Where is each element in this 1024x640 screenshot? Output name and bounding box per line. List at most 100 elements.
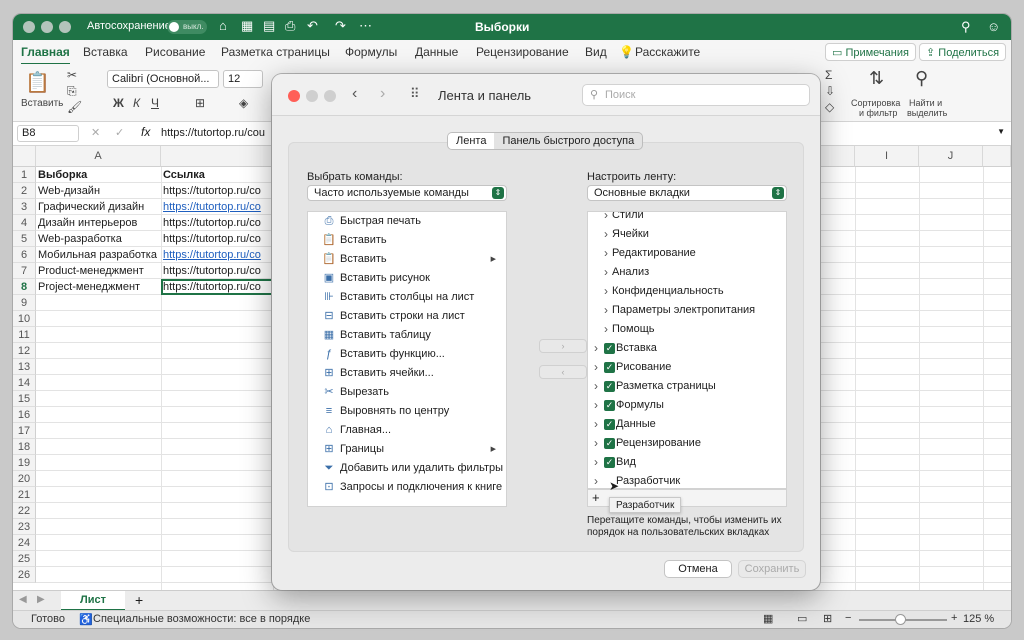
tab-checkbox[interactable]: ✓ — [604, 457, 615, 468]
tab-checkbox[interactable]: ✓ — [604, 381, 615, 392]
column-header-a[interactable]: A — [36, 146, 161, 167]
add-sheet-icon[interactable]: + — [135, 592, 143, 608]
cell-selection[interactable]: Project-менеджмент — [36, 279, 161, 295]
command-item[interactable]: ⊟ Вставить строки на лист — [308, 307, 506, 326]
segment-ribbon[interactable]: Лента — [448, 133, 495, 149]
tab-data[interactable]: Данные — [415, 45, 458, 59]
column-header-h[interactable] — [821, 146, 855, 167]
row-header[interactable]: 20 — [13, 471, 36, 487]
save-icon[interactable]: ▤ — [263, 18, 275, 34]
row-header[interactable]: 4 — [13, 215, 36, 231]
ribbon-tree-item[interactable]: › ✓ Рецензирование — [588, 434, 786, 453]
row-header[interactable]: 7 — [13, 263, 36, 279]
tab-page-layout[interactable]: Разметка страницы — [221, 45, 330, 59]
row-header[interactable]: 18 — [13, 439, 36, 455]
select-all-corner[interactable] — [13, 146, 36, 167]
tab-formulas[interactable]: Формулы — [345, 45, 397, 59]
row-header[interactable]: 11 — [13, 327, 36, 343]
ribbon-tree-item[interactable]: › Параметры электропитания — [588, 301, 786, 320]
command-item[interactable]: ⊞ Границы ▶ — [308, 440, 506, 459]
minimize-window-button[interactable] — [41, 21, 53, 33]
account-icon[interactable]: ☺ — [987, 19, 1000, 34]
cell-selection[interactable]: Web-дизайн — [36, 183, 161, 199]
tab-checkbox[interactable]: ✓ — [604, 362, 615, 373]
row-header[interactable]: 17 — [13, 423, 36, 439]
save-button[interactable]: Сохранить — [738, 560, 806, 578]
sheet-tab[interactable]: Лист — [61, 591, 125, 611]
search-field[interactable]: ⚲ Поиск — [582, 84, 810, 106]
command-item[interactable]: ▦ Вставить таблицу — [308, 326, 506, 345]
column-header-b[interactable] — [161, 146, 273, 167]
home-icon[interactable]: ⌂ — [219, 18, 227, 33]
tab-draw[interactable]: Рисование — [145, 45, 205, 59]
cell-selection[interactable]: Дизайн интерьеров — [36, 215, 161, 231]
font-name-select[interactable]: Calibri (Основной... — [107, 70, 219, 88]
ribbon-tree-item[interactable]: › Ячейки — [588, 225, 786, 244]
command-item[interactable]: ⊞ Вставить ячейки... — [308, 364, 506, 383]
disclosure-chevron-icon[interactable]: › — [594, 434, 598, 453]
back-icon[interactable]: ‹ — [352, 85, 357, 103]
cell-link[interactable]: https://tutortop.ru/co — [161, 247, 273, 263]
cell-selection[interactable]: Графический дизайн — [36, 199, 161, 215]
tab-checkbox[interactable]: ✓ — [604, 438, 615, 449]
autosum-icon[interactable]: Σ — [825, 68, 832, 82]
ribbon-tree-item[interactable]: › Анализ — [588, 263, 786, 282]
ribbon-tabs-tree[interactable]: › Стили › Ячейки › Редактирование › Анализ › Конф… — [587, 211, 787, 489]
forward-icon[interactable]: › — [380, 85, 385, 103]
disclosure-chevron-icon[interactable]: › — [594, 377, 598, 396]
ribbon-tree-item[interactable]: › Редактирование — [588, 244, 786, 263]
share-button[interactable]: ⇪ Поделиться — [919, 43, 1007, 61]
row-header[interactable]: 6 — [13, 247, 36, 263]
underline-icon[interactable]: Ч — [151, 96, 159, 110]
copy-icon[interactable]: ⎘ — [67, 84, 77, 99]
column-header-i[interactable]: I — [855, 146, 919, 167]
page-layout-view-icon[interactable]: ▭ — [797, 612, 807, 625]
cell-link[interactable]: https://tutortop.ru/co — [161, 215, 273, 231]
command-item[interactable]: ⌂ Главная... — [308, 421, 506, 440]
fill-down-icon[interactable]: ⇩ — [825, 84, 835, 98]
row-header[interactable]: 3 — [13, 199, 36, 215]
tab-home[interactable]: Главная — [21, 45, 70, 65]
row-header[interactable]: 14 — [13, 375, 36, 391]
page-break-view-icon[interactable]: ⊞ — [823, 612, 832, 625]
add-command-button[interactable]: › — [539, 339, 587, 353]
cell-link[interactable]: https://tutortop.ru/co — [161, 199, 273, 215]
row-header[interactable]: 22 — [13, 503, 36, 519]
cut-icon[interactable]: ✂ — [67, 68, 77, 82]
command-item[interactable]: ≡ Выровнять по центру — [308, 402, 506, 421]
tab-checkbox[interactable]: ✓ — [604, 343, 615, 354]
tab-checkbox[interactable]: ✓ — [604, 400, 615, 411]
row-header[interactable]: 16 — [13, 407, 36, 423]
cell-selection[interactable]: Мобильная разработка — [36, 247, 161, 263]
find-select-icon[interactable]: ⚲ — [915, 68, 928, 89]
disclosure-chevron-icon[interactable]: › — [604, 212, 608, 225]
column-header-j[interactable]: J — [919, 146, 983, 167]
enter-icon[interactable]: ✓ — [115, 126, 124, 139]
cell-link[interactable]: https://tutortop.ru/co — [161, 183, 273, 199]
zoom-level[interactable]: 125 % — [963, 613, 994, 625]
normal-view-icon[interactable]: ▦ — [763, 612, 773, 625]
disclosure-chevron-icon[interactable]: › — [604, 320, 608, 339]
format-painter-icon[interactable]: 🖌 — [67, 100, 82, 114]
cell-link[interactable]: https://tutortop.ru/co — [161, 263, 273, 279]
disclosure-chevron-icon[interactable]: › — [594, 358, 598, 377]
function-icon[interactable]: fx — [141, 125, 150, 139]
ribbon-tree-item[interactable]: › ✓ Данные — [588, 415, 786, 434]
command-item[interactable]: ⊡ Запросы и подключения к книге — [308, 478, 506, 497]
commands-list[interactable]: ⎙ Быстрая печать 📋 Вставить 📋 Вставить ▶ ▣ Встав… — [307, 211, 507, 507]
disclosure-chevron-icon[interactable]: › — [604, 301, 608, 320]
undo-icon[interactable]: ↶ — [307, 18, 318, 34]
disclosure-chevron-icon[interactable]: › — [594, 453, 598, 472]
paste-icon[interactable]: 📋 — [25, 70, 50, 95]
grid-icon[interactable]: ▦ — [241, 18, 253, 34]
font-size-select[interactable]: 12 — [223, 70, 263, 88]
tab-review[interactable]: Рецензирование — [476, 45, 569, 59]
borders-icon[interactable]: ⊞ — [195, 96, 205, 110]
ribbon-tree-item[interactable]: › Помощь — [588, 320, 786, 339]
row-header[interactable]: 19 — [13, 455, 36, 471]
tab-checkbox[interactable]: ✓ — [604, 419, 615, 430]
ribbon-tree-item[interactable]: › Конфиденциальность — [588, 282, 786, 301]
choose-commands-select[interactable]: Часто используемые команды ⇕ — [307, 185, 507, 201]
zoom-in-icon[interactable]: + — [951, 612, 957, 624]
command-item[interactable]: ⏷ Добавить или удалить фильтры — [308, 459, 506, 478]
